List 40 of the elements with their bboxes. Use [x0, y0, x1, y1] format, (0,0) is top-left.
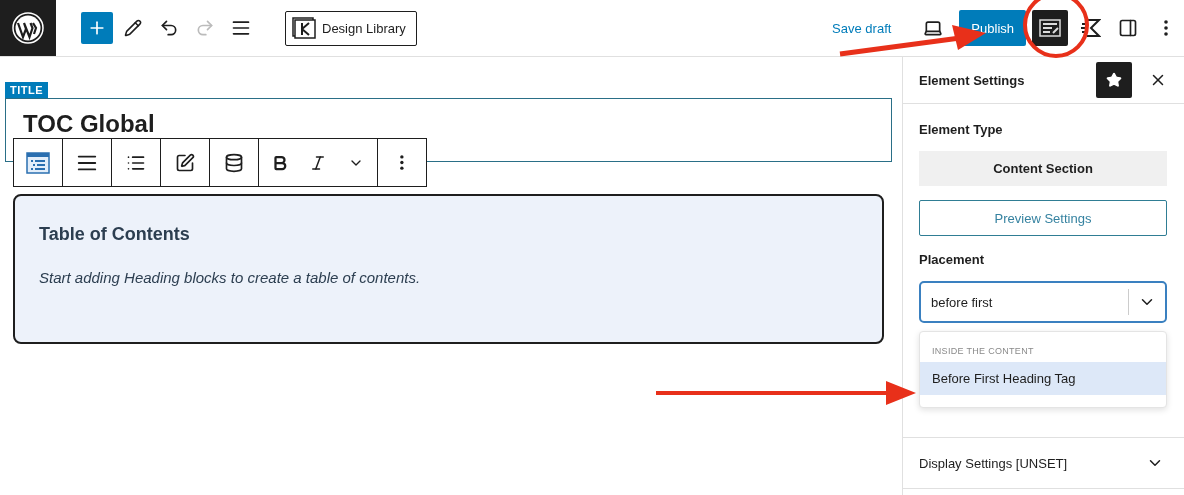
- sidebar-title: Element Settings: [919, 72, 1026, 88]
- more-icon: [400, 155, 404, 170]
- table-of-contents-icon: [26, 151, 50, 174]
- table-of-contents-block[interactable]: Table of Contents Start adding Heading blocks to create a table of contents.: [13, 194, 884, 344]
- settings-section-header[interactable]: Display Settings [UNSET]: [903, 437, 1184, 489]
- block-type-label: TITLE: [5, 82, 49, 98]
- favorite-button[interactable]: [1096, 62, 1132, 98]
- field-label: Element Type: [919, 122, 1004, 137]
- database-icon: [224, 152, 244, 173]
- section-title: Display Settings [UNSET]: [919, 455, 1068, 471]
- panel-edit-icon: [1039, 19, 1061, 37]
- element-settings-button[interactable]: [1032, 10, 1068, 46]
- post-title[interactable]: TOC Global: [23, 110, 155, 138]
- redo-icon: [195, 18, 215, 38]
- hourglass-k-icon: [1079, 18, 1101, 38]
- pencil-icon: [124, 19, 142, 37]
- italic-icon: [309, 153, 327, 172]
- placement-select[interactable]: before first: [919, 281, 1167, 323]
- library-logo-icon: [292, 17, 316, 39]
- star-icon: [1106, 72, 1122, 88]
- edit-icon: [175, 152, 195, 173]
- bold-icon: [271, 153, 289, 172]
- list-view-icon: [231, 18, 251, 38]
- toc-hint: Start adding Heading blocks to create a table of contents.: [39, 269, 422, 286]
- element-type-value: Content Section: [919, 151, 1167, 186]
- preview-settings-button[interactable]: Preview Settings: [919, 200, 1167, 236]
- more-icon: [1164, 20, 1168, 36]
- toc-heading: Table of Contents: [39, 224, 191, 245]
- sidebar-icon: [1118, 18, 1138, 38]
- undo-icon: [159, 18, 179, 38]
- save-draft-button[interactable]: Save draft: [824, 10, 900, 46]
- wordpress-logo-icon: [12, 12, 44, 44]
- field-label: Placement: [919, 252, 986, 267]
- design-library-button[interactable]: Design Library: [285, 10, 417, 46]
- placement-input[interactable]: before first: [921, 294, 1128, 310]
- dropdown-option[interactable]: Before First Heading Tag: [920, 362, 1166, 395]
- laptop-icon: [923, 18, 944, 38]
- add-block-button[interactable]: [81, 12, 113, 44]
- option-group-label: INSIDE THE CONTENT: [931, 345, 1035, 358]
- wordpress-logo[interactable]: [0, 0, 56, 56]
